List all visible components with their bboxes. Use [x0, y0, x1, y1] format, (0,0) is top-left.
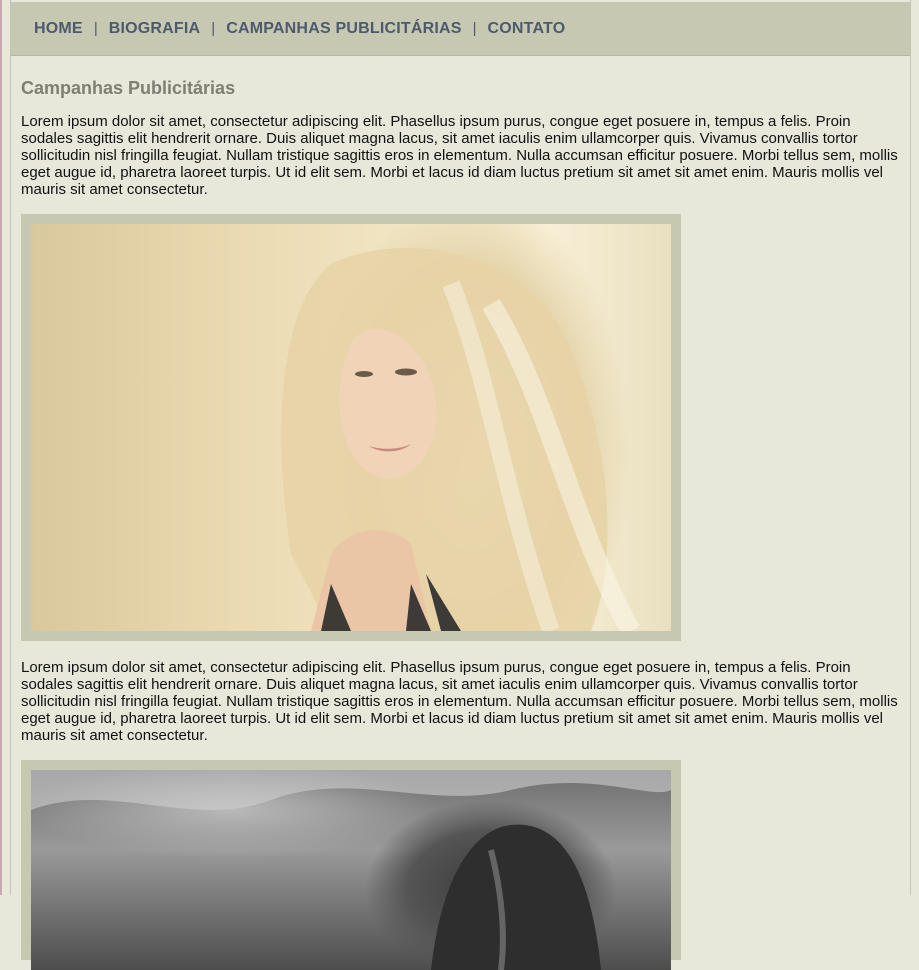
page-title: Campanhas Publicitárias — [21, 78, 236, 98]
main-content: Campanhas Publicitárias Lorem ipsum dolo… — [21, 75, 901, 970]
nav-link-home[interactable]: HOME — [34, 20, 83, 38]
photo-frame — [21, 214, 681, 641]
main-nav: HOME | BIOGRAFIA | CAMPANHAS PUBLICITÁRI… — [11, 2, 910, 56]
nav-separator: | — [211, 20, 216, 37]
photo-frame — [21, 760, 681, 970]
campaign-photo-bw — [31, 770, 671, 970]
bw-photo-illustration — [31, 770, 671, 970]
nav-link-contato[interactable]: CONTATO — [488, 20, 566, 38]
portrait-illustration — [281, 248, 640, 631]
right-border — [910, 0, 911, 895]
nav-link-biografia[interactable]: BIOGRAFIA — [109, 20, 201, 38]
nav-link-campanhas[interactable]: CAMPANHAS PUBLICITÁRIAS — [226, 20, 461, 38]
nav-separator: | — [93, 20, 98, 37]
intro-paragraph: Lorem ipsum dolor sit amet, consectetur … — [21, 113, 898, 198]
second-paragraph: Lorem ipsum dolor sit amet, consectetur … — [21, 659, 898, 744]
left-border — [10, 0, 11, 895]
campaign-photo-portrait — [31, 224, 671, 631]
page-frame: HOME | BIOGRAFIA | CAMPANHAS PUBLICITÁRI… — [0, 0, 919, 970]
nav-separator: | — [472, 20, 477, 37]
